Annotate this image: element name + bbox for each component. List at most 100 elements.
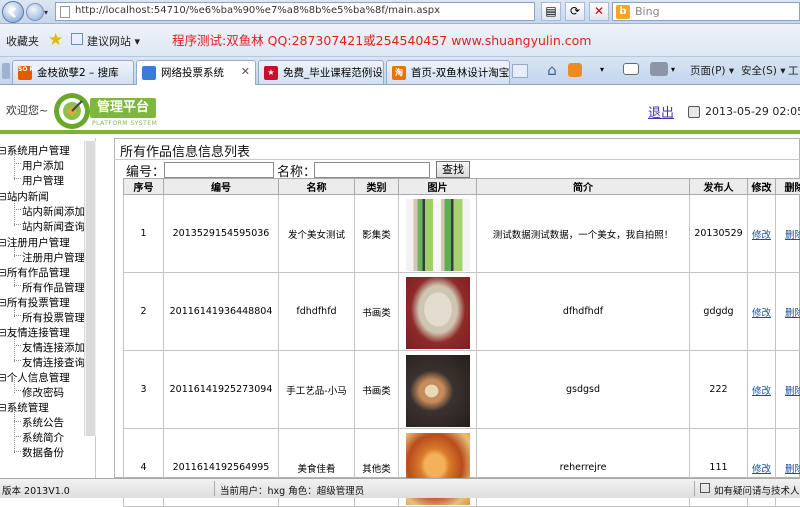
sidebar-item-link-add[interactable]: 友情连接添加: [22, 340, 85, 355]
sidebar-item-system-intro[interactable]: 系统简介: [22, 430, 64, 445]
cell-name: fdhdfhfd: [279, 273, 355, 351]
cell-delete: 删除: [776, 273, 800, 351]
logout-link[interactable]: 退出: [648, 102, 674, 121]
platform-logo-icon: [52, 91, 92, 131]
cell-intro: 测试数据测试数据，一个美女，我自拍照！: [477, 195, 690, 273]
cell-image: [399, 273, 477, 351]
tab-label: 首页-双鱼林设计淘宝店...: [411, 67, 510, 79]
title-divider: [114, 159, 800, 160]
edit-link[interactable]: 修改: [752, 308, 771, 319]
search-field[interactable]: b Bing: [612, 2, 800, 21]
cell-name: 手工艺品-小马: [279, 351, 355, 429]
tab-taobao-shop[interactable]: 淘 首页-双鱼林设计淘宝店...: [386, 60, 510, 84]
sidebar-item-link-query[interactable]: 友情连接查询: [22, 355, 85, 370]
site-icon: ★: [264, 66, 278, 80]
back-button[interactable]: [2, 1, 24, 23]
platform-title: 管理平台: [90, 98, 156, 118]
sidebar-item-news-add[interactable]: 站内新闻添加: [22, 204, 85, 219]
compatibility-view-icon[interactable]: ▤: [541, 2, 561, 21]
sidebar-item-user-add[interactable]: 用户添加: [22, 158, 64, 173]
cell-code: 20116141936448804: [164, 273, 279, 351]
url-field[interactable]: http://localhost:54710/%e6%ba%90%e7%a8%8…: [55, 2, 535, 21]
scrollbar-thumb[interactable]: [86, 141, 95, 436]
sidebar-item-votes-manage[interactable]: 所有投票管理: [22, 310, 85, 325]
sidebar-group-links[interactable]: ⊟友情连接管理: [0, 325, 70, 340]
name-input[interactable]: [314, 162, 430, 178]
favorites-bar: 收藏夹 ★ 建议网站 ▾ 程序测试:双鱼林 QQ:287307421或25454…: [0, 24, 800, 57]
edit-link[interactable]: 修改: [752, 386, 771, 397]
cell-seq: 3: [124, 351, 164, 429]
star-icon[interactable]: ★: [48, 30, 63, 50]
page-icon: [142, 66, 156, 80]
tab-label: 金枝欲孽2 – 搜库: [37, 67, 119, 79]
print-icon[interactable]: [650, 62, 668, 76]
suggested-sites-button[interactable]: 建议网站 ▾: [87, 33, 140, 49]
sidebar-item-data-backup[interactable]: 数据备份: [22, 445, 64, 460]
sidebar-item-announcement[interactable]: 系统公告: [22, 415, 64, 430]
table-header-row: 序号 编号 名称 类别 图片 简介 发布人 修改 删除: [124, 179, 800, 195]
sidebar-group-personal-info[interactable]: ⊟个人信息管理: [0, 370, 70, 385]
sidebar-group-votes[interactable]: ⊟所有投票管理: [0, 295, 70, 310]
test-banner: 程序测试:双鱼林 QQ:287307421或254540457 www.shua…: [172, 30, 591, 49]
back-arrow-icon: [7, 6, 20, 19]
tab-souku[interactable]: SO KU 金枝欲孽2 – 搜库: [12, 60, 134, 84]
page-icon: [60, 6, 70, 18]
sidebar-group-registered-users[interactable]: ⊟注册用户管理: [0, 235, 70, 250]
cell-image: [399, 195, 477, 273]
cell-code: 2013529154595036: [164, 195, 279, 273]
quick-tabs-icon[interactable]: [2, 63, 10, 79]
help-icon: [700, 483, 710, 493]
sidebar-item-news-query[interactable]: 站内新闻查询: [22, 219, 85, 234]
work-photo-two-women: [406, 199, 470, 271]
sidebar-group-system-manage[interactable]: ⊟系统管理: [0, 400, 49, 415]
cell-intro: dfhdfhdf: [477, 273, 690, 351]
close-tab-icon[interactable]: ✕: [241, 65, 250, 78]
cell-seq: 1: [124, 195, 164, 273]
print-dropdown-icon[interactable]: ▾: [671, 65, 675, 74]
forward-button[interactable]: [26, 3, 44, 21]
cell-delete: 删除: [776, 351, 800, 429]
sidebar-item-registered-users[interactable]: 注册用户管理: [22, 250, 85, 265]
edit-link[interactable]: 修改: [752, 230, 771, 241]
cell-edit: 修改: [748, 273, 776, 351]
taobao-icon: 淘: [392, 66, 406, 80]
delete-link[interactable]: 删除: [785, 308, 800, 319]
safety-menu[interactable]: 安全(S) ▾: [741, 63, 785, 78]
sidebar-scrollbar[interactable]: [84, 141, 96, 436]
edit-link[interactable]: 修改: [752, 464, 771, 475]
tab-free-course[interactable]: ★ 免费_毕业课程范例设计...: [258, 60, 384, 84]
page-title: 所有作品信息信息列表: [120, 141, 250, 160]
sidebar-group-system-users[interactable]: ⊟系统用户管理: [0, 143, 70, 158]
delete-link[interactable]: 删除: [785, 230, 800, 241]
sidebar-item-change-password[interactable]: 修改密码: [22, 385, 64, 400]
sidebar-item-user-manage[interactable]: 用户管理: [22, 173, 64, 188]
table-row: 2 20116141936448804 fdhdfhfd 书画类 dfhdfhd…: [124, 273, 800, 351]
sidebar-group-news[interactable]: ⊟站内新闻: [0, 189, 49, 204]
code-input[interactable]: [164, 162, 274, 178]
cell-category: 影集类: [355, 195, 399, 273]
search-button[interactable]: 查找: [436, 161, 470, 178]
new-tab-button[interactable]: [512, 64, 528, 78]
delete-link[interactable]: 删除: [785, 386, 800, 397]
sidebar-group-works[interactable]: ⊟所有作品管理: [0, 265, 70, 280]
mail-icon[interactable]: [623, 63, 639, 75]
page-menu[interactable]: 页面(P) ▾: [690, 63, 734, 78]
table-row: 1 2013529154595036 发个美女测试 影集类 测试数据测试数据，一…: [124, 195, 800, 273]
column-header: 修改: [748, 179, 776, 195]
feeds-dropdown-icon[interactable]: ▾: [600, 65, 604, 74]
favorites-button[interactable]: 收藏夹: [6, 33, 39, 49]
work-photo-deer-sculpture: [406, 277, 470, 349]
feeds-icon[interactable]: [568, 63, 582, 77]
suggested-sites-icon: [71, 33, 83, 45]
cell-code: 20116141925273094: [164, 351, 279, 429]
refresh-icon[interactable]: ⟳: [565, 2, 585, 21]
tools-menu[interactable]: 工: [788, 63, 799, 78]
tab-voting-system[interactable]: 网络投票系统 ✕: [136, 60, 256, 85]
welcome-text: 欢迎您~: [6, 102, 48, 118]
history-dropdown-icon[interactable]: ▾: [44, 8, 48, 17]
sidebar-item-works-manage[interactable]: 所有作品管理: [22, 280, 85, 295]
delete-link[interactable]: 删除: [785, 464, 800, 475]
stop-icon[interactable]: ✕: [589, 2, 609, 21]
column-header: 名称: [279, 179, 355, 195]
home-icon[interactable]: ⌂: [543, 61, 561, 79]
